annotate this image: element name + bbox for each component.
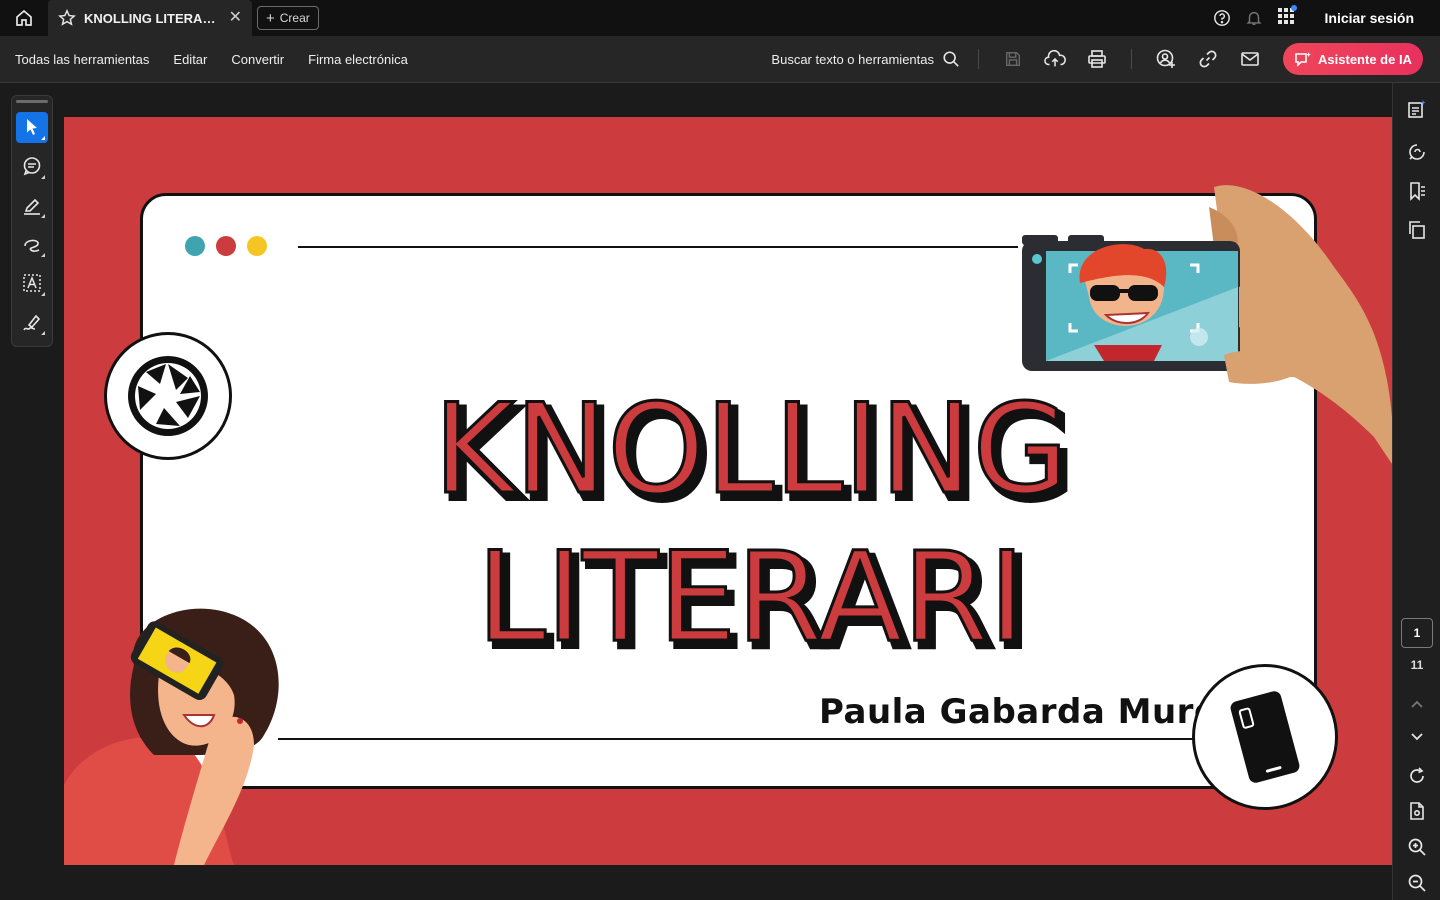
- ai-assistant-icon: [1295, 52, 1312, 67]
- rotate-button[interactable]: [1404, 763, 1430, 789]
- toolbar-divider: [1131, 49, 1132, 69]
- share-user-icon: [1156, 49, 1175, 68]
- email-button[interactable]: [1236, 45, 1264, 73]
- highlight-tool-button[interactable]: [16, 190, 48, 221]
- print-icon: [1088, 50, 1106, 68]
- signin-button[interactable]: Iniciar sesión: [1325, 10, 1414, 26]
- window-dots: [185, 236, 267, 256]
- text-box-icon: [23, 274, 41, 293]
- sign-tool-button[interactable]: [16, 307, 48, 338]
- total-pages: 11: [1410, 658, 1424, 672]
- bookmark-icon: [1410, 182, 1425, 201]
- titlebar-actions: Iniciar sesión: [1213, 4, 1440, 30]
- save-button[interactable]: [999, 45, 1027, 73]
- dot-red: [216, 236, 236, 256]
- copy-link-button[interactable]: [1194, 45, 1222, 73]
- create-label: Crear: [279, 11, 310, 25]
- draw-tool-button[interactable]: [16, 229, 48, 260]
- comment-icon: [23, 157, 41, 176]
- menu-edit[interactable]: Editar: [173, 52, 207, 67]
- zoom-out-button[interactable]: [1404, 870, 1430, 896]
- ai-assistant-label: Asistente de IA: [1318, 51, 1412, 67]
- mail-icon: [1241, 52, 1259, 66]
- toolbar-actions: Buscar texto o herramientas Asistente de…: [771, 43, 1440, 75]
- aperture-badge: [104, 332, 232, 460]
- cursor-arrow-icon: [27, 119, 37, 136]
- slide-page: KNOLLING KNOLLING LITERARI LITERARI Paul…: [64, 117, 1392, 865]
- quick-tools-rail: [11, 95, 53, 347]
- zoom-in-button[interactable]: [1404, 834, 1430, 860]
- help-icon[interactable]: [1213, 9, 1231, 27]
- text-recognition-tool-button[interactable]: [16, 268, 48, 299]
- print-button[interactable]: [1083, 45, 1111, 73]
- search-label[interactable]: Buscar texto o herramientas: [771, 52, 934, 67]
- comment-tool-button[interactable]: [16, 151, 48, 182]
- ai-summary-button[interactable]: [1404, 96, 1430, 122]
- comment-panel-icon: [1409, 144, 1425, 160]
- home-icon: [16, 9, 32, 26]
- cloud-upload-icon: [1044, 49, 1066, 67]
- chevron-down-icon: [1411, 733, 1423, 741]
- menu-esign[interactable]: Firma electrónica: [308, 52, 408, 67]
- upload-button[interactable]: [1041, 45, 1069, 73]
- share-button[interactable]: [1152, 45, 1180, 73]
- apps-grid-icon: [1277, 7, 1294, 24]
- next-page-button[interactable]: [1404, 724, 1430, 750]
- plus-icon: +: [266, 9, 275, 27]
- rotate-icon: [1410, 767, 1424, 783]
- chevron-up-icon: [1411, 700, 1423, 708]
- freehand-draw-icon: [24, 240, 40, 253]
- close-tab-button[interactable]: ✕: [229, 10, 242, 26]
- signature-pen-icon: [23, 315, 41, 331]
- home-button[interactable]: [0, 0, 48, 36]
- author-name: Paula Gabarda Murgui: [819, 692, 1256, 732]
- menu-all-tools[interactable]: Todas las herramientas: [15, 52, 149, 67]
- bottom-rule: [278, 738, 1198, 740]
- comments-panel-button[interactable]: [1404, 139, 1430, 165]
- bell-icon[interactable]: [1245, 9, 1263, 27]
- zoom-in-icon: [1408, 838, 1426, 856]
- menu-convert[interactable]: Convertir: [231, 52, 284, 67]
- title-line-2: LITERARI: [477, 526, 1025, 668]
- save-icon: [1005, 51, 1021, 67]
- phone-badge: [1192, 664, 1338, 810]
- dot-yellow: [247, 236, 267, 256]
- bookmarks-panel-button[interactable]: [1404, 178, 1430, 204]
- top-rule: [298, 246, 1018, 248]
- highlighter-icon: [24, 199, 40, 216]
- search-icon[interactable]: [942, 50, 960, 68]
- right-panel-rail: 1 11: [1392, 83, 1440, 900]
- title-bar: KNOLLING LITERARI 1r... ✕ + Crear Inicia…: [0, 0, 1440, 36]
- woman-selfie-illustration: [64, 608, 279, 865]
- smartphone-icon: [1230, 691, 1300, 783]
- link-icon: [1199, 50, 1217, 68]
- tab-title: KNOLLING LITERARI 1r...: [84, 10, 221, 26]
- toolbar-divider: [978, 49, 979, 69]
- main-toolbar: Todas las herramientas Editar Convertir …: [0, 36, 1440, 83]
- select-tool-button[interactable]: [16, 111, 48, 143]
- zoom-out-icon: [1408, 874, 1426, 892]
- create-button[interactable]: + Crear: [257, 6, 319, 30]
- copy-pages-icon: [1409, 221, 1425, 239]
- star-icon[interactable]: [58, 9, 76, 27]
- document-settings-icon: [1410, 802, 1424, 820]
- rail-drag-handle[interactable]: [16, 100, 48, 103]
- document-tab[interactable]: KNOLLING LITERARI 1r... ✕: [48, 0, 252, 36]
- dot-teal: [185, 236, 205, 256]
- page-settings-button[interactable]: [1404, 798, 1430, 824]
- pages-panel-button[interactable]: [1404, 217, 1430, 243]
- previous-page-button[interactable]: [1404, 691, 1430, 717]
- current-page-input[interactable]: 1: [1401, 618, 1433, 648]
- ai-document-icon: [1408, 100, 1426, 118]
- camera-aperture-icon: [128, 356, 208, 436]
- apps-button[interactable]: [1277, 4, 1297, 30]
- hand-with-phone-illustration: [1022, 185, 1392, 464]
- ai-assistant-button[interactable]: Asistente de IA: [1283, 43, 1423, 75]
- title-line-1: KNOLLING: [433, 378, 1068, 522]
